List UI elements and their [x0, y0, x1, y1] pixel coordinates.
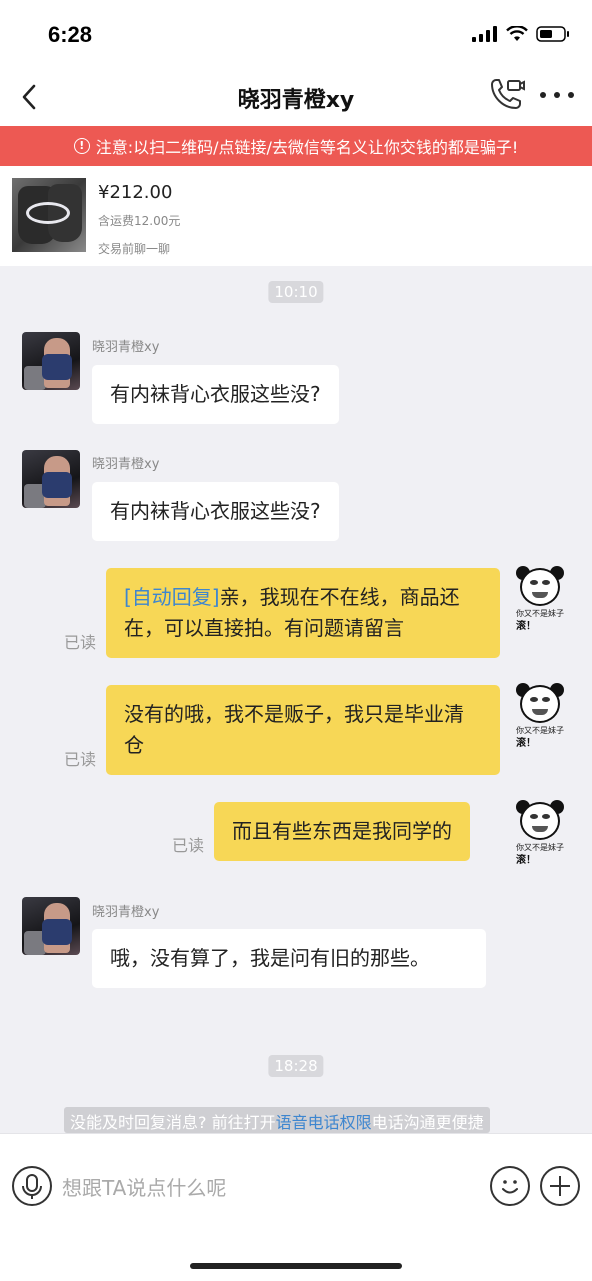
- clock: 6:28: [48, 22, 93, 47]
- call-button[interactable]: [486, 76, 526, 116]
- sticker-caption: 滚！: [516, 738, 536, 749]
- battery-icon: [536, 26, 569, 42]
- avatar-shirt: [42, 919, 72, 945]
- panda-eye: [530, 814, 538, 819]
- warning-text: 注意:以扫二维码/点链接/去微信等名义让你交钱的都是骗子!: [95, 138, 519, 157]
- panda-face: [520, 802, 560, 840]
- message-bubble[interactable]: 有内袜背心衣服这些没?: [92, 482, 339, 541]
- panda-eye: [542, 814, 550, 819]
- voice-permission-notice: 没能及时回复消息? 前往打开语音电话权限电话沟通更便捷: [64, 1107, 490, 1133]
- voice-permission-link[interactable]: 语音电话权限: [276, 1113, 372, 1132]
- sender-name: 晓羽青橙xy: [92, 457, 160, 472]
- sticker-avatar[interactable]: 你又不是妹子 滚！: [512, 566, 568, 632]
- panda-face: [520, 685, 560, 723]
- sticker-caption: 滚！: [516, 621, 536, 632]
- panda-eye: [530, 580, 538, 585]
- input-bar: 想跟TA说点什么呢: [0, 1133, 592, 1281]
- notice-text: 电话沟通更便捷: [371, 1113, 484, 1132]
- avatar-shirt: [42, 472, 72, 498]
- home-indicator[interactable]: [190, 1263, 402, 1269]
- scam-warning-banner: ! 注意:以扫二维码/点链接/去微信等名义让你交钱的都是骗子!: [0, 126, 592, 166]
- avatar[interactable]: [22, 332, 80, 390]
- more-button[interactable]: [540, 92, 574, 102]
- emoji-button[interactable]: [490, 1166, 530, 1206]
- read-status: 已读: [64, 633, 97, 652]
- panda-eye: [542, 580, 550, 585]
- microphone-icon: [22, 1174, 42, 1199]
- message-bubble[interactable]: [自动回复]亲，我现在不在线，商品还在，可以直接拍。有问题请留言: [106, 568, 500, 658]
- plus-icon: [550, 1176, 570, 1196]
- phone-video-icon: [491, 79, 525, 109]
- read-status: 已读: [172, 836, 205, 855]
- more-actions-button[interactable]: [540, 1166, 580, 1206]
- notice-text: 没能及时回复消息? 前往打开: [70, 1113, 276, 1132]
- smiley-icon: [502, 1180, 518, 1194]
- message-bubble[interactable]: 没有的哦，我不是贩子，我只是毕业清仓: [106, 685, 500, 775]
- status-bar: 6:28: [0, 0, 592, 68]
- shipping-fee: 含运费12.00元: [98, 214, 181, 228]
- dot: [540, 92, 546, 98]
- message-bubble[interactable]: 有内袜背心衣服这些没?: [92, 365, 339, 424]
- sender-name: 晓羽青橙xy: [92, 905, 160, 920]
- auto-reply-tag: [自动回复]: [124, 585, 220, 609]
- avatar[interactable]: [22, 450, 80, 508]
- warning-icon: !: [73, 138, 90, 154]
- panda-face: [520, 568, 560, 606]
- voice-button[interactable]: [12, 1166, 52, 1206]
- avatar[interactable]: [22, 897, 80, 955]
- sticker-avatar[interactable]: 你又不是妹子 滚！: [512, 683, 568, 749]
- status-icons: [472, 26, 570, 42]
- product-price: ¥212.00: [98, 182, 173, 203]
- panda-eye: [530, 697, 538, 702]
- read-status: 已读: [64, 750, 97, 769]
- chat-hint: 交易前聊一聊: [98, 242, 171, 256]
- panda-eye: [542, 697, 550, 702]
- sticker-avatar[interactable]: 你又不是妹子 滚！: [512, 800, 568, 866]
- wifi-icon: [506, 26, 528, 41]
- nav-bar: 晓羽青橙xy: [0, 68, 592, 126]
- product-card[interactable]: ¥212.00 含运费12.00元 交易前聊一聊: [0, 166, 592, 266]
- message-bubble[interactable]: 哦，没有算了，我是问有旧的那些。: [92, 929, 486, 988]
- sender-name: 晓羽青橙xy: [92, 340, 160, 355]
- timestamp: 10:10: [268, 281, 324, 303]
- lace-shape: [26, 202, 70, 224]
- dot: [568, 92, 574, 98]
- sticker-caption: 滚！: [516, 855, 536, 866]
- message-bubble[interactable]: 而且有些东西是我同学的: [214, 802, 470, 861]
- dot: [554, 92, 560, 98]
- signal-icon: [472, 26, 497, 42]
- avatar-shirt: [42, 354, 72, 380]
- message-input[interactable]: 想跟TA说点什么呢: [62, 1172, 226, 1201]
- product-image[interactable]: [12, 178, 86, 252]
- timestamp: 18:28: [268, 1055, 324, 1077]
